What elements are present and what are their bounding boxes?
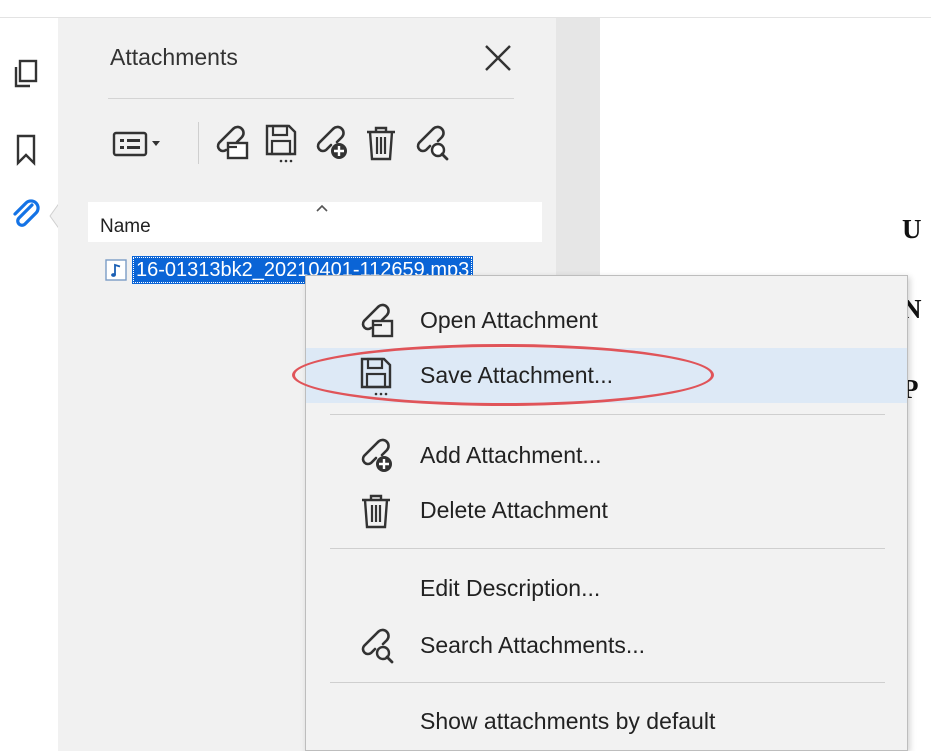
panel-title: Attachments [110,44,238,70]
menu-item-add-attachment[interactable]: Add Attachment... [306,428,907,483]
sort-ascending-icon [316,204,328,212]
menu-item-label: Search Attachments... [420,632,646,658]
toolbar-divider [198,122,199,164]
panel-divider [108,98,514,99]
save-attachment-icon [265,124,297,163]
menu-item-label: Open Attachment [420,307,598,333]
delete-icon [356,491,396,531]
search-attachment-button[interactable] [408,118,454,168]
view-options-button[interactable] [108,118,172,168]
menu-item-label: Add Attachment... [420,442,602,468]
add-attachment-button[interactable] [308,118,354,168]
menu-item-search-attachments[interactable]: Search Attachments... [306,618,907,673]
name-column-header[interactable]: Name [100,216,151,238]
menu-item-delete-attachment[interactable]: Delete Attachment [306,483,907,538]
menu-separator [330,548,885,549]
list-header[interactable]: Name [88,202,542,242]
menu-item-label: Delete Attachment [420,497,608,523]
menu-item-label: Edit Description... [420,575,601,601]
close-icon [485,45,511,71]
menu-separator [330,682,885,683]
menu-item-label: Show attachments by default [420,708,716,734]
add-attachment-icon [316,125,347,159]
search-attachment-icon [416,125,449,161]
menu-item-open-attachment[interactable]: Open Attachment [306,293,907,348]
paperclip-icon[interactable] [8,196,44,232]
menu-separator [330,414,885,415]
menu-item-label: Save Attachment... [420,362,614,388]
open-attachment-icon [216,125,249,160]
acrobat-window: Attachments Name 16-01313bk2_20210401-11… [0,0,931,751]
delete-button[interactable] [358,118,404,168]
top-bar [0,0,931,18]
bookmark-icon[interactable] [8,132,44,168]
add-attachment-icon [356,436,396,476]
menu-item-edit-description[interactable]: Edit Description... [306,561,907,616]
close-button[interactable] [480,40,516,76]
pages-icon[interactable] [8,56,44,92]
audio-file-icon [105,259,127,281]
view-options-icon [112,131,160,157]
save-attachment-icon [356,356,396,396]
document-text-line: U [902,214,922,244]
delete-icon [367,126,395,161]
context-menu: Open Attachment Save Attachment... Add A… [305,275,908,751]
menu-item-show-attachments-by-default[interactable]: Show attachments by default [306,694,907,749]
attachments-toolbar [108,118,548,170]
save-attachment-button[interactable] [258,118,304,168]
open-attachment-button[interactable] [208,118,254,168]
search-attachment-icon [356,626,396,666]
open-attachment-icon [356,301,396,341]
menu-item-save-attachment[interactable]: Save Attachment... [306,348,907,403]
navigation-rail [0,18,60,751]
